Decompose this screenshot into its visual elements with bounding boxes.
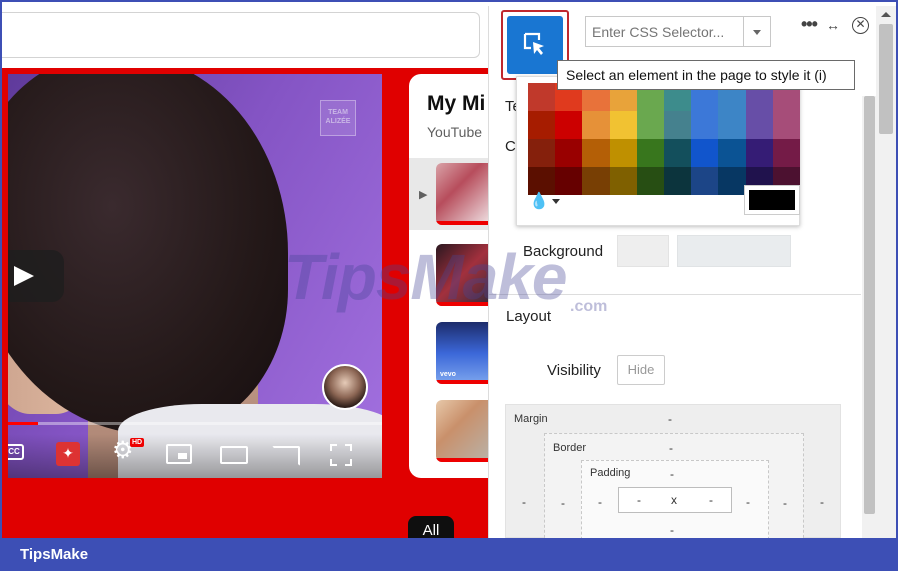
color-swatch-grid — [528, 83, 800, 195]
margin-label: Margin — [514, 413, 548, 425]
color-swatch[interactable] — [555, 167, 583, 195]
now-playing-icon: ▶ — [419, 189, 428, 201]
border-top-value[interactable]: - — [669, 441, 673, 455]
color-swatch[interactable] — [772, 139, 800, 167]
color-swatch[interactable] — [609, 139, 637, 167]
box-model-border: Border - - - Padding - - - - - x - — [544, 433, 804, 538]
color-swatch[interactable] — [528, 83, 556, 111]
border-label: Border — [553, 442, 587, 454]
playlist-owner[interactable]: YouTube — [427, 124, 482, 140]
chevron-down-icon[interactable] — [552, 199, 560, 204]
hide-button[interactable]: Hide — [617, 355, 665, 385]
color-swatch[interactable] — [691, 111, 719, 139]
color-swatch[interactable] — [609, 111, 637, 139]
eyedropper-icon[interactable]: 💧 — [529, 191, 549, 211]
padding-right-value[interactable]: - — [746, 495, 750, 509]
background-color-swatch[interactable] — [617, 235, 669, 267]
play-button[interactable] — [8, 250, 64, 302]
picker-tooltip: Select an element in the page to style i… — [557, 60, 855, 90]
border-right-value[interactable]: - — [783, 496, 787, 510]
search-box[interactable] — [2, 12, 480, 58]
scrollbar-thumb[interactable] — [879, 24, 893, 134]
current-color-swatch[interactable] — [744, 185, 800, 215]
playlist-title[interactable]: My Mi — [427, 92, 485, 116]
element-picker-button[interactable] — [507, 16, 563, 74]
color-swatch[interactable] — [636, 111, 664, 139]
captions-icon[interactable]: CC — [8, 444, 24, 460]
padding-label: Padding — [590, 467, 631, 479]
content-times-sign: x — [671, 493, 677, 507]
padding-bottom-value[interactable]: - — [670, 523, 674, 537]
background-value-field[interactable] — [677, 235, 791, 267]
color-swatch[interactable] — [636, 167, 664, 195]
color-swatch[interactable] — [772, 111, 800, 139]
box-model-padding: Padding - - - - - x - — [581, 460, 769, 538]
miniplayer-icon[interactable] — [166, 444, 192, 464]
more-options-icon[interactable]: ••• — [801, 14, 818, 35]
magic-wand-icon[interactable]: ✦ — [56, 442, 80, 466]
channel-avatar[interactable] — [322, 364, 368, 410]
color-swatch[interactable] — [718, 111, 746, 139]
color-swatch[interactable] — [582, 139, 610, 167]
color-swatch[interactable] — [582, 111, 610, 139]
footer-brand: TipsMake — [20, 546, 89, 563]
resize-panel-icon[interactable]: ↔ — [826, 17, 840, 33]
margin-left-value[interactable]: - — [522, 495, 526, 509]
box-model-margin: Margin - - - Border - - - Padding - - - … — [505, 404, 841, 538]
cursor-select-icon — [523, 32, 544, 55]
color-swatch[interactable] — [745, 111, 773, 139]
margin-top-value[interactable]: - — [668, 412, 672, 426]
color-swatch[interactable] — [691, 139, 719, 167]
content-width-value[interactable]: - — [637, 493, 641, 507]
color-swatch[interactable] — [636, 139, 664, 167]
color-swatch[interactable] — [663, 167, 692, 195]
fullscreen-icon[interactable] — [330, 444, 352, 466]
footer-bar: TipsMake — [2, 538, 896, 569]
scroll-up-icon[interactable] — [881, 12, 891, 17]
play-icon — [14, 266, 34, 286]
box-model-content: - x - — [618, 487, 732, 513]
vevo-logo: vevo — [440, 371, 456, 378]
color-swatch[interactable] — [528, 111, 556, 139]
watermark: TipsMake — [284, 241, 567, 313]
page-topbar — [2, 2, 488, 68]
selector-dropdown-button[interactable] — [743, 16, 771, 47]
playlist-thumbnail[interactable]: vevo — [436, 322, 488, 384]
padding-top-value[interactable]: - — [670, 467, 674, 481]
video-progress-bar[interactable] — [8, 422, 382, 425]
color-palette-popup: 💧 — [516, 76, 800, 226]
padding-left-value[interactable]: - — [598, 495, 602, 509]
hd-badge: HD — [130, 438, 145, 447]
color-swatch[interactable] — [555, 139, 583, 167]
color-swatch[interactable] — [691, 167, 719, 195]
color-swatch[interactable] — [555, 111, 583, 139]
color-swatch[interactable] — [745, 139, 773, 167]
screenshot-frame: TEAM ALIZÉE CC ✦ ⚙ HD My Mi YouTube ▶ ve… — [0, 0, 898, 571]
watermark-suffix: .com — [570, 298, 608, 315]
color-swatch[interactable] — [663, 139, 692, 167]
close-icon[interactable]: ✕ — [852, 17, 869, 34]
visibility-label: Visibility — [547, 362, 601, 379]
playlist-thumbnail[interactable] — [436, 163, 488, 225]
cast-icon[interactable] — [272, 446, 300, 466]
channel-logo: TEAM ALIZÉE — [320, 100, 356, 136]
css-selector-input[interactable] — [585, 16, 743, 47]
playlist-thumbnail[interactable] — [436, 400, 488, 462]
section-header-partial: C — [505, 138, 516, 155]
color-swatch[interactable] — [528, 139, 556, 167]
window-scrollbar[interactable] — [876, 6, 896, 538]
margin-right-value[interactable]: - — [820, 495, 824, 509]
color-swatch[interactable] — [663, 111, 692, 139]
color-swatch[interactable] — [718, 139, 746, 167]
theater-mode-icon[interactable] — [220, 446, 248, 464]
panel-scrollbar[interactable] — [862, 96, 876, 538]
content-height-value[interactable]: - — [709, 493, 713, 507]
color-swatch[interactable] — [582, 167, 610, 195]
color-swatch[interactable] — [609, 167, 637, 195]
border-left-value[interactable]: - — [561, 496, 565, 510]
color-swatch[interactable] — [718, 167, 746, 195]
video-controls: CC ✦ ⚙ HD — [8, 434, 382, 478]
